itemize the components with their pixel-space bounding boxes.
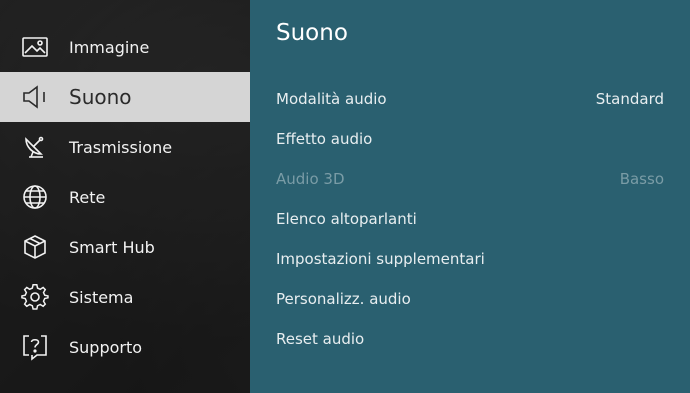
setting-row-modalita-audio[interactable]: Modalità audio Standard [276, 84, 664, 114]
setting-label: Personalizz. audio [276, 290, 411, 308]
sidebar-item-immagine[interactable]: Immagine [0, 22, 250, 72]
sidebar-item-label: Rete [69, 187, 106, 207]
setting-label: Effetto audio [276, 130, 373, 148]
help-icon [20, 332, 50, 362]
gear-icon [20, 282, 50, 312]
sidebar-item-rete[interactable]: Rete [0, 172, 250, 222]
setting-label: Modalità audio [276, 90, 387, 108]
sidebar-item-label: Sistema [69, 287, 134, 307]
sidebar-item-sistema[interactable]: Sistema [0, 272, 250, 322]
setting-row-elenco-altoparlanti[interactable]: Elenco altoparlanti [276, 204, 664, 234]
sidebar-item-label: Smart Hub [69, 237, 155, 257]
setting-row-audio-3d: Audio 3D Basso [276, 164, 664, 194]
setting-row-personalizz-audio[interactable]: Personalizz. audio [276, 284, 664, 314]
sidebar-item-label: Trasmissione [69, 137, 173, 157]
sound-settings-panel: Suono Modalità audio Standard Effetto au… [250, 0, 690, 393]
sidebar-item-label: Immagine [69, 37, 150, 57]
sidebar-item-label: Suono [69, 85, 132, 109]
setting-row-reset-audio[interactable]: Reset audio [276, 324, 664, 354]
settings-sidebar: Immagine Suono Trasmissione Rete Smart H… [0, 0, 250, 393]
image-icon [20, 32, 50, 62]
sidebar-item-supporto[interactable]: Supporto [0, 322, 250, 372]
setting-label: Audio 3D [276, 170, 345, 188]
page-title: Suono [276, 20, 348, 46]
cube-icon [20, 232, 50, 262]
setting-row-impostazioni-supplementari[interactable]: Impostazioni supplementari [276, 244, 664, 274]
setting-label: Elenco altoparlanti [276, 210, 417, 228]
sidebar-item-suono[interactable]: Suono [0, 72, 250, 122]
sidebar-item-trasmissione[interactable]: Trasmissione [0, 122, 250, 172]
setting-value: Standard [595, 90, 664, 108]
sidebar-item-label: Supporto [69, 337, 143, 357]
sidebar-item-smart-hub[interactable]: Smart Hub [0, 222, 250, 272]
setting-label: Reset audio [276, 330, 365, 348]
speaker-icon [20, 82, 50, 112]
satellite-dish-icon [20, 132, 50, 162]
setting-row-effetto-audio[interactable]: Effetto audio [276, 124, 664, 154]
globe-icon [20, 182, 50, 212]
setting-value: Basso [619, 170, 664, 188]
setting-label: Impostazioni supplementari [276, 250, 485, 268]
